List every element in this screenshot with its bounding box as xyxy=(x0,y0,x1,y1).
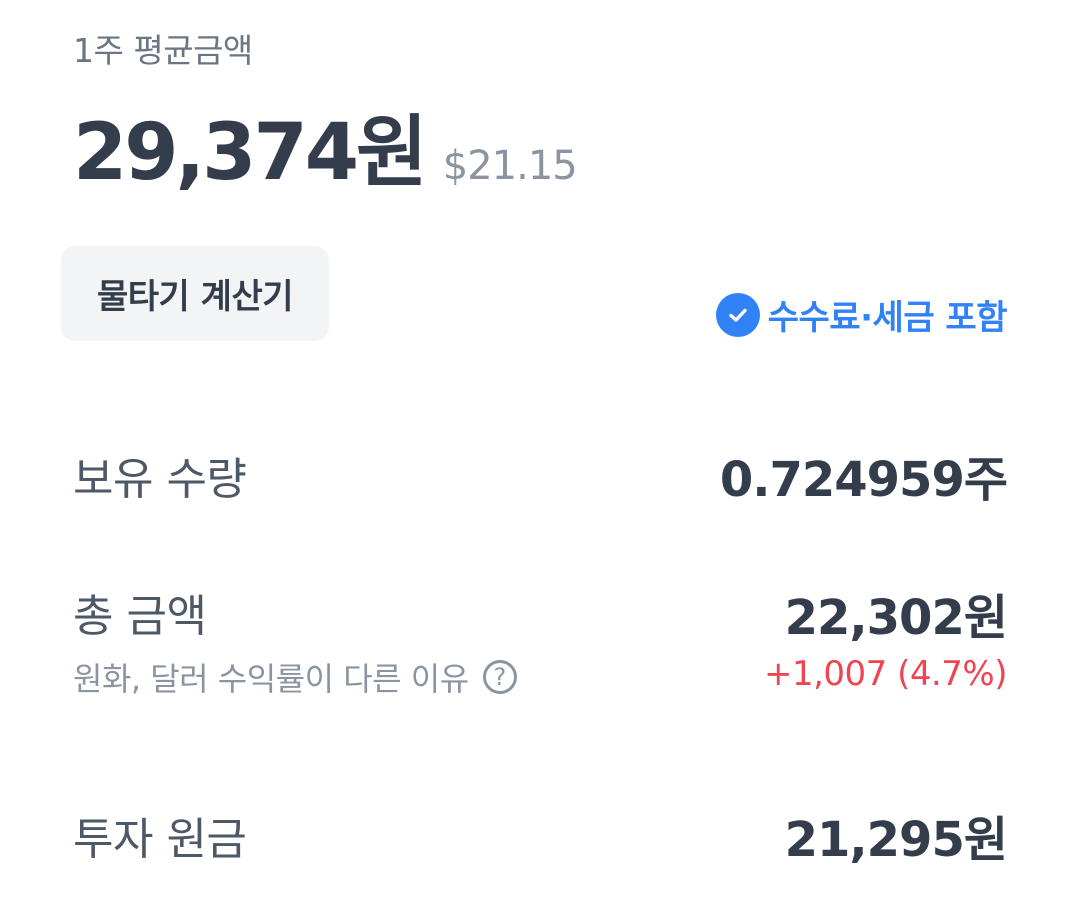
total-amount-value: 22,302원 xyxy=(784,590,1008,646)
principal-value: 21,295원 xyxy=(784,812,1008,868)
average-price-label: 1주 평균금액 xyxy=(73,31,253,70)
principal-label: 투자 원금 xyxy=(73,814,247,865)
averaging-calculator-button[interactable]: 물타기 계산기 xyxy=(61,246,329,341)
check-circle-icon xyxy=(715,292,760,337)
return-difference-reason-label: 원화, 달러 수익률이 다른 이유 xyxy=(73,660,469,698)
total-amount-label: 총 금액 xyxy=(73,591,207,642)
fee-tax-include-label: 수수료·세금 포함 xyxy=(767,298,1008,338)
fee-tax-include-toggle[interactable]: 수수료·세금 포함 xyxy=(715,290,1008,339)
average-price-row: 29,374원 $21.15 xyxy=(73,90,578,202)
quantity-value: 0.724959주 xyxy=(719,452,1008,508)
average-price-usd: $21.15 xyxy=(442,143,578,189)
average-price-krw: 29,374원 xyxy=(73,108,428,198)
profit-value: +1,007 (4.7%) xyxy=(763,654,1008,694)
quantity-label: 보유 수량 xyxy=(73,454,247,505)
question-circle-icon: ? xyxy=(482,660,517,694)
return-difference-reason-link[interactable]: 원화, 달러 수익률이 다른 이유 ? xyxy=(73,654,517,700)
